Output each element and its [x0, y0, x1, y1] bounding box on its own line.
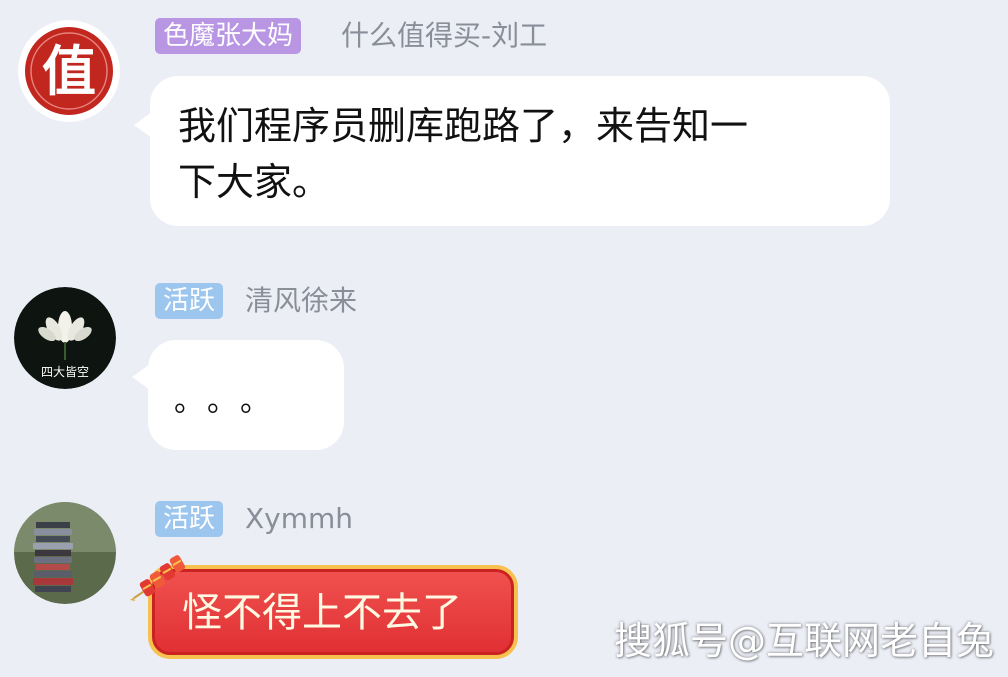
sender-name: 什么值得买-刘工: [341, 19, 548, 52]
avatar-lotus[interactable]: 四大皆空: [14, 287, 116, 389]
bookstack-photo-icon: [14, 502, 116, 604]
message-text: 。。。: [174, 384, 288, 419]
message-text: 怪不得上不去了: [182, 590, 462, 636]
member-title-label: 色魔张大妈: [163, 21, 294, 51]
avatar-books[interactable]: [14, 502, 116, 604]
member-title-badge: 色魔张大妈: [155, 18, 302, 54]
message-bubble[interactable]: 。。。: [148, 340, 344, 450]
avatar-zhi[interactable]: 值: [18, 20, 120, 122]
active-badge: 活跃: [155, 501, 224, 537]
avatar-lotus-caption: 四大皆空: [40, 365, 89, 379]
firecracker-icon: [130, 555, 186, 601]
active-badge-label: 活跃: [163, 286, 216, 316]
message-line: 下大家。: [178, 160, 331, 204]
active-badge: 活跃: [155, 283, 224, 319]
sender-name: 清风徐来: [245, 284, 358, 317]
sender-name: Xymmh: [245, 502, 354, 535]
message-text: 我们程序员删库跑路了，来告知一 下大家。: [178, 98, 878, 210]
message-line: 我们程序员删库跑路了，来告知一: [178, 104, 749, 148]
active-badge-label: 活跃: [163, 504, 216, 534]
avatar-zhi-char: 值: [42, 39, 96, 103]
watermark: 搜狐号@互联网老自兔: [613, 619, 994, 663]
message-bubble[interactable]: 我们程序员删库跑路了，来告知一 下大家。: [150, 76, 890, 226]
festive-message-bubble[interactable]: 怪不得上不去了: [148, 565, 518, 659]
